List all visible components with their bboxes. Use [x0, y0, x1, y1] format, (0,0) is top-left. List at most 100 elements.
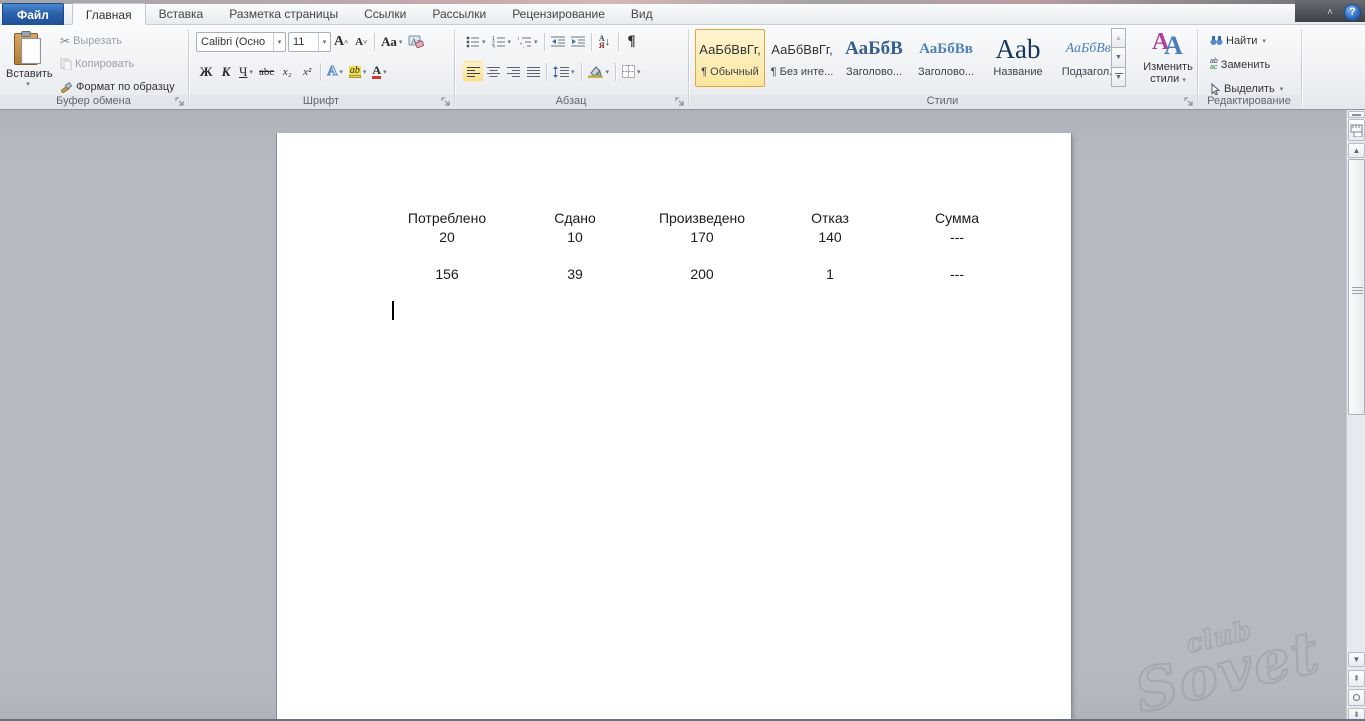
minimize-ribbon-icon[interactable]: ˄ — [1322, 6, 1338, 20]
tab-insert[interactable]: Вставка — [146, 3, 217, 25]
scroll-down-arrow[interactable]: ▼ — [1348, 652, 1365, 667]
clear-formatting-button[interactable]: Аа — [405, 31, 427, 52]
doc-header-cell: Сдано — [554, 210, 596, 226]
superscript-button[interactable]: x² — [297, 61, 317, 82]
font-name-dropdown-arrow[interactable]: ▾ — [273, 33, 285, 51]
styles-scroll-up[interactable]: ▲ — [1111, 28, 1126, 48]
bullets-button[interactable] — [463, 31, 489, 52]
tab-review[interactable]: Рецензирование — [499, 3, 618, 25]
cut-button[interactable]: ✂ Вырезать — [56, 30, 179, 51]
align-center-icon — [487, 66, 500, 78]
style-heading2[interactable]: АаБбВв Заголово... — [911, 29, 981, 87]
tab-file[interactable]: Файл — [2, 3, 64, 25]
italic-button[interactable]: К — [216, 61, 236, 82]
doc-value-cell: --- — [950, 229, 964, 245]
paragraph-group-label: Абзац — [455, 95, 687, 109]
format-painter-icon — [60, 80, 73, 93]
format-painter-label: Формат по образцу — [76, 81, 175, 93]
styles-group-label: Стили — [689, 95, 1196, 109]
doc-header-cell: Сумма — [935, 210, 979, 226]
align-center-button[interactable] — [483, 61, 503, 82]
line-spacing-button[interactable] — [550, 61, 578, 82]
grow-font-button[interactable]: А˄ — [331, 31, 351, 52]
group-styles: АаБбВвГг, ¶ Обычный АаБбВвГг, ¶ Без инте… — [689, 25, 1198, 109]
help-button[interactable]: ? — [1344, 4, 1361, 21]
subscript-button[interactable]: x₂ — [277, 61, 297, 82]
decrease-indent-button[interactable] — [548, 31, 568, 52]
text-cursor — [392, 301, 394, 320]
multilevel-list-button[interactable]: 1ai — [514, 31, 541, 52]
strikethrough-button[interactable]: abc — [256, 61, 277, 82]
tab-home[interactable]: Главная — [72, 3, 146, 25]
binoculars-icon — [1210, 35, 1223, 46]
watermark: club Sovet — [1125, 602, 1327, 721]
shrink-font-button[interactable]: А˅ — [351, 31, 371, 52]
shading-icon — [588, 65, 604, 78]
justify-button[interactable] — [523, 61, 543, 82]
font-dialog-launcher[interactable] — [441, 97, 451, 107]
bold-button[interactable]: Ж — [196, 61, 216, 82]
tab-view[interactable]: Вид — [618, 3, 666, 25]
align-left-button[interactable] — [463, 61, 483, 82]
change-styles-button[interactable]: А А Изменитьстили ▾ — [1141, 28, 1195, 88]
split-handle[interactable] — [1348, 111, 1365, 118]
increase-indent-button[interactable] — [568, 31, 588, 52]
copy-button[interactable]: Копировать — [56, 53, 179, 74]
previous-page-button[interactable]: ⇞ — [1348, 670, 1365, 687]
find-label: Найти — [1226, 35, 1257, 47]
paste-dropdown-arrow[interactable]: ▾ — [6, 80, 50, 88]
styles-more-button[interactable]: ▼ — [1111, 67, 1126, 87]
show-marks-button[interactable]: ¶ — [622, 31, 642, 52]
justify-icon — [527, 66, 540, 78]
doc-value-cell: 156 — [435, 266, 458, 282]
clipboard-dialog-launcher[interactable] — [175, 97, 185, 107]
doc-header-cell: Произведено — [659, 210, 745, 226]
font-color-button[interactable]: А — [369, 61, 389, 82]
scroll-up-arrow[interactable]: ▲ — [1348, 143, 1365, 158]
replace-button[interactable]: ab ac Заменить — [1206, 54, 1287, 75]
styles-dialog-launcher[interactable] — [1184, 97, 1194, 107]
group-font: Calibri (Осно ▾ 11 ▾ А˄ А˅ Аа Аа Ж К — [189, 25, 455, 109]
styles-scroll-down[interactable]: ▼ — [1111, 47, 1126, 67]
ruler-toggle-button[interactable] — [1348, 119, 1365, 141]
paragraph-dialog-launcher[interactable] — [675, 97, 685, 107]
text-effects-button[interactable]: А — [324, 61, 346, 82]
document-page[interactable]: Потреблено Сдано Произведено Отказ Сумма… — [277, 133, 1071, 721]
underline-button[interactable]: Ч — [236, 61, 256, 82]
highlight-color-button[interactable]: ab — [346, 61, 370, 82]
change-styles-icon: А А — [1142, 29, 1194, 59]
style-heading1[interactable]: АаБбВ Заголово... — [839, 29, 909, 87]
style-normal[interactable]: АаБбВвГг, ¶ Обычный — [695, 29, 765, 87]
doc-value-cell: 20 — [439, 229, 455, 245]
tab-page-layout[interactable]: Разметка страницы — [216, 3, 351, 25]
scrollbar-thumb[interactable] — [1348, 159, 1365, 415]
vertical-scrollbar[interactable]: ▲ ▼ ⇞ ⇟ — [1346, 110, 1365, 721]
find-button[interactable]: Найти — [1206, 30, 1287, 51]
style-title[interactable]: Aab Название — [983, 29, 1053, 87]
doc-header-cell: Потреблено — [408, 210, 486, 226]
sort-button[interactable]: АЯ ↓ — [595, 31, 615, 52]
font-name-combo[interactable]: Calibri (Осно ▾ — [196, 32, 286, 52]
change-case-button[interactable]: Аа — [378, 31, 405, 52]
tab-references[interactable]: Ссылки — [351, 3, 419, 25]
borders-icon — [622, 65, 635, 78]
numbering-icon: 123 — [492, 36, 506, 48]
font-name-value: Calibri (Осно — [197, 36, 273, 48]
select-browse-object-button[interactable] — [1348, 689, 1365, 706]
font-size-dropdown-arrow[interactable]: ▾ — [318, 33, 330, 51]
doc-value-cell: 170 — [690, 229, 713, 245]
format-painter-button[interactable]: Формат по образцу — [56, 76, 179, 97]
style-no-spacing[interactable]: АаБбВвГг, ¶ Без инте... — [767, 29, 837, 87]
scissors-icon: ✂ — [60, 34, 70, 48]
tab-mailings[interactable]: Рассылки — [419, 3, 499, 25]
highlight-icon: ab — [349, 66, 361, 78]
numbering-button[interactable]: 123 — [489, 31, 515, 52]
paste-button[interactable]: Вставить ▾ — [5, 28, 51, 94]
shading-button[interactable] — [585, 61, 613, 82]
borders-button[interactable] — [619, 61, 644, 82]
font-size-combo[interactable]: 11 ▾ — [288, 32, 331, 52]
document-workspace[interactable]: Потреблено Сдано Произведено Отказ Сумма… — [0, 110, 1365, 721]
paste-icon — [13, 31, 43, 67]
doc-value-cell: 140 — [818, 229, 841, 245]
align-right-button[interactable] — [503, 61, 523, 82]
